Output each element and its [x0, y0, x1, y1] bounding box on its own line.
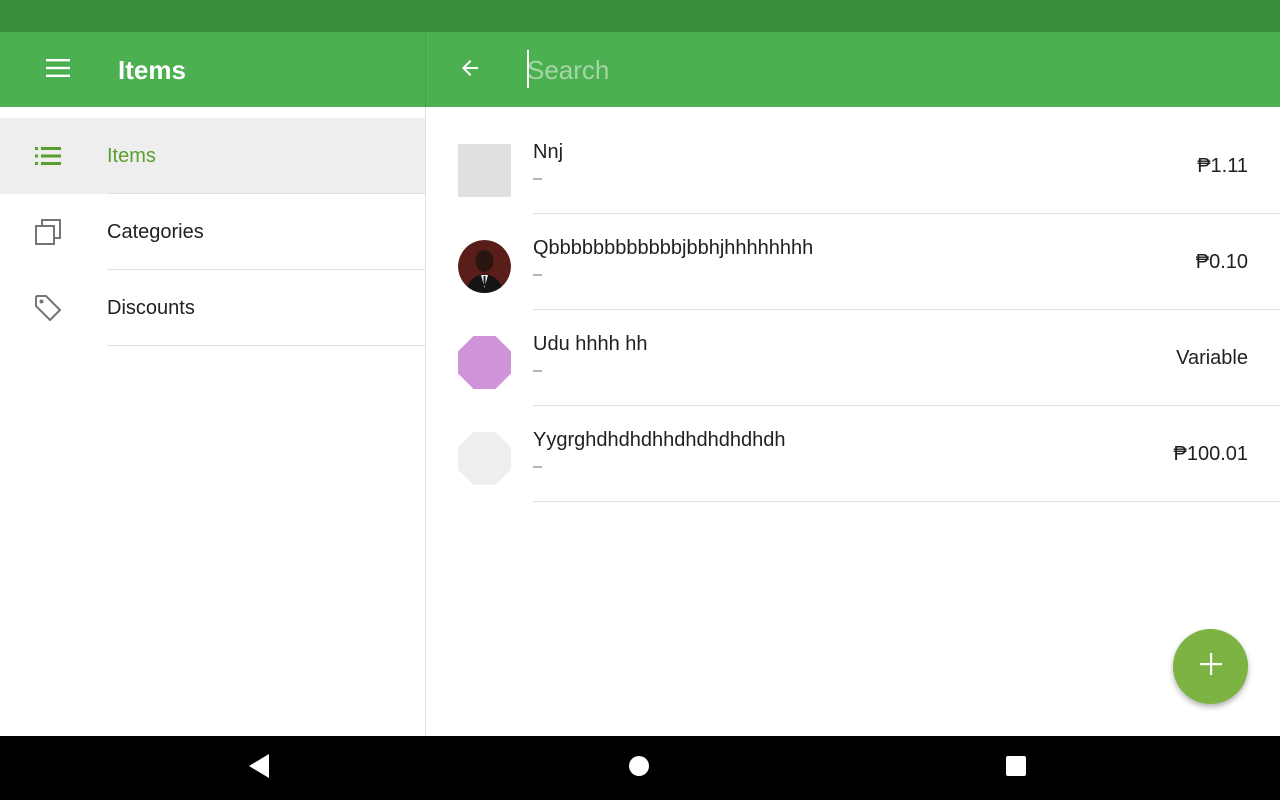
search-input[interactable]	[527, 50, 1227, 90]
divider	[533, 501, 1280, 502]
item-name: Qbbbbbbbbbbbbjbbhjhhhhhhhh	[533, 237, 814, 259]
item-octagon-shape	[458, 336, 511, 389]
item-photo	[458, 240, 511, 293]
list-item[interactable]: Yygrghdhdhdhhdhdhdhdhdh – ₱100.01	[426, 406, 1280, 502]
item-price: ₱1.11	[1197, 155, 1248, 177]
sidebar: Items Categories Discounts	[0, 107, 425, 736]
item-price: ₱100.01	[1173, 443, 1248, 465]
item-subtitle: –	[533, 266, 542, 283]
plus-icon	[1199, 653, 1222, 680]
item-name: Udu hhhh hh	[533, 333, 648, 355]
divider	[107, 345, 425, 346]
item-name: Nnj	[533, 141, 564, 163]
list-item[interactable]: Qbbbbbbbbbbbbjbbhjhhhhhhhh – ₱0.10	[426, 214, 1280, 310]
add-item-button[interactable]	[1173, 629, 1248, 704]
item-octagon-shape	[458, 432, 511, 485]
back-button[interactable]	[446, 46, 494, 94]
system-navigation-bar	[0, 736, 1280, 800]
sidebar-item-items[interactable]: Items	[0, 118, 425, 194]
item-subtitle: –	[533, 170, 542, 187]
nav-recents-icon	[1005, 755, 1027, 782]
item-subtitle: –	[533, 458, 542, 475]
sidebar-item-label: Discounts	[107, 297, 195, 319]
system-back-button[interactable]	[236, 744, 284, 792]
arrow-back-icon	[458, 56, 482, 85]
hamburger-menu-icon	[46, 58, 70, 82]
app-title: Items	[118, 55, 186, 85]
item-price: ₱0.10	[1195, 251, 1248, 273]
item-thumbnail	[458, 144, 511, 197]
list-item[interactable]: Nnj – ₱1.11	[426, 118, 1280, 214]
system-home-button[interactable]	[615, 744, 663, 792]
item-name: Yygrghdhdhdhhdhdhdhdhdh	[533, 429, 786, 451]
categories-icon	[32, 216, 64, 248]
sidebar-item-discounts[interactable]: Discounts	[0, 270, 425, 346]
status-bar	[0, 0, 1280, 32]
list-icon	[32, 140, 64, 172]
list-item[interactable]: Udu hhhh hh – Variable	[426, 310, 1280, 406]
system-recents-button[interactable]	[992, 744, 1040, 792]
menu-button[interactable]	[34, 46, 82, 94]
item-subtitle: –	[533, 362, 542, 379]
tag-icon	[32, 292, 64, 324]
left-toolbar: Items	[0, 32, 425, 107]
sidebar-item-label: Categories	[107, 221, 204, 243]
text-cursor	[527, 50, 529, 88]
sidebar-item-categories[interactable]: Categories	[0, 194, 425, 270]
item-price: Variable	[1176, 347, 1248, 369]
nav-home-icon	[628, 755, 650, 782]
sidebar-item-label: Items	[107, 145, 156, 167]
search-toolbar	[426, 32, 1280, 107]
nav-back-icon	[249, 753, 271, 783]
